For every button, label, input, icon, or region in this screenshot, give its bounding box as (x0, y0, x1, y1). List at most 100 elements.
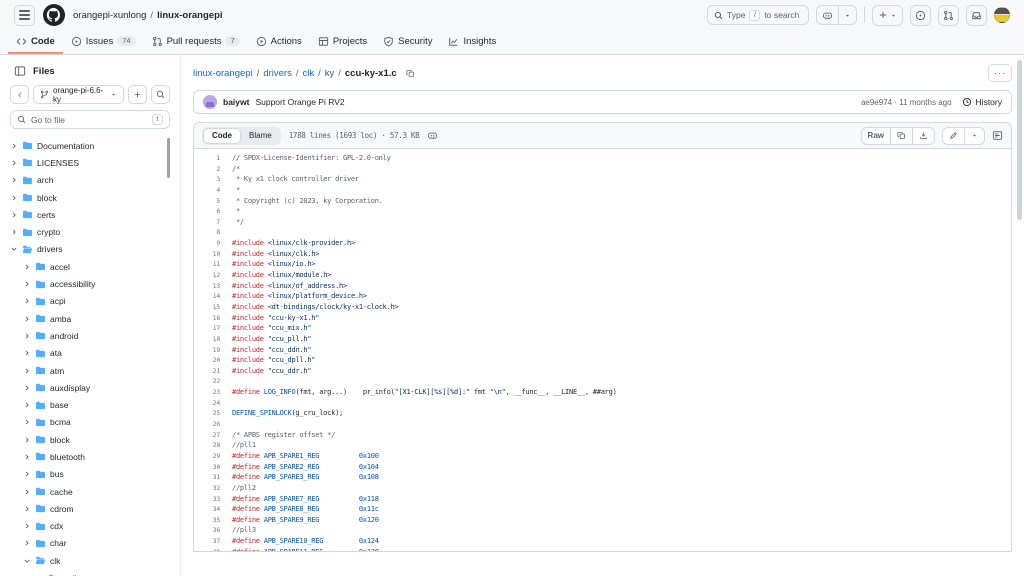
tab-issues[interactable]: Issues74 (63, 30, 144, 54)
chevron-right-icon[interactable] (23, 297, 31, 305)
line-number[interactable]: 12 (194, 270, 220, 281)
tab-code-view[interactable]: Code (203, 128, 241, 144)
code-line[interactable]: 24 (194, 398, 1011, 409)
inbox-icon[interactable] (966, 5, 987, 26)
tab-pull-requests[interactable]: Pull requests7 (144, 30, 248, 54)
tree-item-clk[interactable]: clk (0, 552, 180, 569)
code-line[interactable]: 32//pll2 (194, 483, 1011, 494)
line-number[interactable]: 13 (194, 281, 220, 292)
line-number[interactable]: 34 (194, 504, 220, 515)
code-line[interactable]: 36//pll3 (194, 525, 1011, 536)
chevron-right-icon[interactable] (23, 280, 31, 288)
code-line[interactable]: 9#include <linux/clk-provider.h> (194, 238, 1011, 249)
code-line[interactable]: 20#include "ccu_dpll.h" (194, 355, 1011, 366)
chevron-down-icon[interactable] (23, 557, 31, 565)
chevron-right-icon[interactable] (10, 142, 18, 150)
tree-item-auxdisplay[interactable]: auxdisplay (0, 379, 180, 396)
code-line[interactable]: 3 * Ky x1 clock controller driver (194, 174, 1011, 185)
chevron-down-icon[interactable] (10, 245, 18, 253)
tree-item-bus[interactable]: bus (0, 466, 180, 483)
line-number[interactable]: 23 (194, 387, 220, 398)
user-avatar[interactable] (994, 7, 1010, 23)
tree-item-block[interactable]: block (0, 189, 180, 206)
tree-item-acpi[interactable]: acpi (0, 293, 180, 310)
line-number[interactable]: 4 (194, 185, 220, 196)
code-line[interactable]: 33#define APB_SPARE7_REG 0x118 (194, 494, 1011, 505)
line-number[interactable]: 24 (194, 398, 220, 409)
line-number[interactable]: 26 (194, 419, 220, 430)
line-number[interactable]: 22 (194, 376, 220, 387)
pull-requests-dashboard-button[interactable] (938, 5, 959, 26)
more-options-button[interactable]: ··· (988, 64, 1012, 82)
chevron-right-icon[interactable] (23, 453, 31, 461)
page-scrollbar[interactable] (1017, 60, 1022, 220)
code-line[interactable]: 14#include <linux/platform_device.h> (194, 291, 1011, 302)
code-line[interactable]: 21#include "ccu_ddr.h" (194, 366, 1011, 377)
tree-item-accel[interactable]: accel (0, 258, 180, 275)
tree-item-atm[interactable]: atm (0, 362, 180, 379)
code-line[interactable]: 4 * (194, 185, 1011, 196)
edit-caret[interactable] (964, 128, 984, 144)
breadcrumb-link[interactable]: drivers (263, 68, 292, 79)
tab-actions[interactable]: Actions (248, 30, 310, 54)
line-number[interactable]: 33 (194, 494, 220, 505)
tree-item-actions[interactable]: actions (0, 569, 180, 576)
tree-item-amba[interactable]: amba (0, 310, 180, 327)
line-number[interactable]: 5 (194, 196, 220, 207)
chevron-right-icon[interactable] (23, 470, 31, 478)
tree-item-arch[interactable]: arch (0, 172, 180, 189)
tree-item-cache[interactable]: cache (0, 483, 180, 500)
code-line[interactable]: 15#include <dt-bindings/clock/ky-x1-cloc… (194, 302, 1011, 313)
chevron-right-icon[interactable] (10, 211, 18, 219)
copy-path-icon[interactable] (406, 69, 415, 78)
history-button[interactable]: History (962, 97, 1002, 107)
line-number[interactable]: 35 (194, 515, 220, 526)
code-line[interactable]: 10#include <linux/clk.h> (194, 249, 1011, 260)
line-number[interactable]: 9 (194, 238, 220, 249)
code-line[interactable]: 7 */ (194, 217, 1011, 228)
breadcrumb-link[interactable]: clk (302, 68, 314, 79)
line-number[interactable]: 36 (194, 525, 220, 536)
line-number[interactable]: 20 (194, 355, 220, 366)
line-number[interactable]: 28 (194, 440, 220, 451)
copilot-icon[interactable] (427, 130, 438, 141)
line-number[interactable]: 27 (194, 430, 220, 441)
code-line[interactable]: 26 (194, 419, 1011, 430)
commit-author[interactable]: baiywt (223, 97, 249, 107)
chevron-right-icon[interactable] (23, 367, 31, 375)
new-file-button[interactable] (128, 85, 147, 104)
commit-author-avatar[interactable] (203, 95, 217, 109)
chevron-right-icon[interactable] (23, 263, 31, 271)
code-line[interactable]: 34#define APB_SPARE8_REG 0x11c (194, 504, 1011, 515)
collapse-tree-button[interactable] (10, 85, 29, 104)
chevron-right-icon[interactable] (23, 401, 31, 409)
line-number[interactable]: 30 (194, 462, 220, 473)
chevron-right-icon[interactable] (10, 176, 18, 184)
tab-code[interactable]: Code (8, 30, 63, 54)
code-line[interactable]: 5 * Copyright (c) 2023, ky Corporation. (194, 196, 1011, 207)
tree-item-cdrom[interactable]: cdrom (0, 500, 180, 517)
tree-item-documentation[interactable]: Documentation (0, 137, 180, 154)
line-number[interactable]: 17 (194, 323, 220, 334)
create-new-button[interactable] (872, 5, 903, 26)
line-number[interactable]: 11 (194, 259, 220, 270)
tree-item-block[interactable]: block (0, 431, 180, 448)
tree-item-ata[interactable]: ata (0, 345, 180, 362)
code-line[interactable]: 1// SPDX-License-Identifier: GPL-2.0-onl… (194, 153, 1011, 164)
code-line[interactable]: 19#include "ccu_ddn.h" (194, 345, 1011, 356)
code-line[interactable]: 25DEFINE_SPINLOCK(g_cru_lock); (194, 408, 1011, 419)
branch-selector[interactable]: orange-pi-6.6-ky (33, 85, 124, 104)
latest-commit-bar[interactable]: baiywt Support Orange Pi RV2 ae9e974 · 1… (193, 90, 1012, 114)
chevron-right-icon[interactable] (23, 539, 31, 547)
repo-name-link[interactable]: linux-orangepi (157, 10, 222, 21)
line-number[interactable]: 18 (194, 334, 220, 345)
line-number[interactable]: 14 (194, 291, 220, 302)
line-number[interactable]: 8 (194, 227, 220, 238)
code-line[interactable]: 8 (194, 227, 1011, 238)
go-to-file-input[interactable]: Go to file t (10, 110, 170, 129)
code-line[interactable]: 12#include <linux/module.h> (194, 270, 1011, 281)
tree-item-char[interactable]: char (0, 535, 180, 552)
tab-security[interactable]: Security (375, 30, 440, 54)
code-line[interactable]: 38#define APB_SPARE11_REG 0x128 (194, 547, 1011, 552)
line-number[interactable]: 32 (194, 483, 220, 494)
